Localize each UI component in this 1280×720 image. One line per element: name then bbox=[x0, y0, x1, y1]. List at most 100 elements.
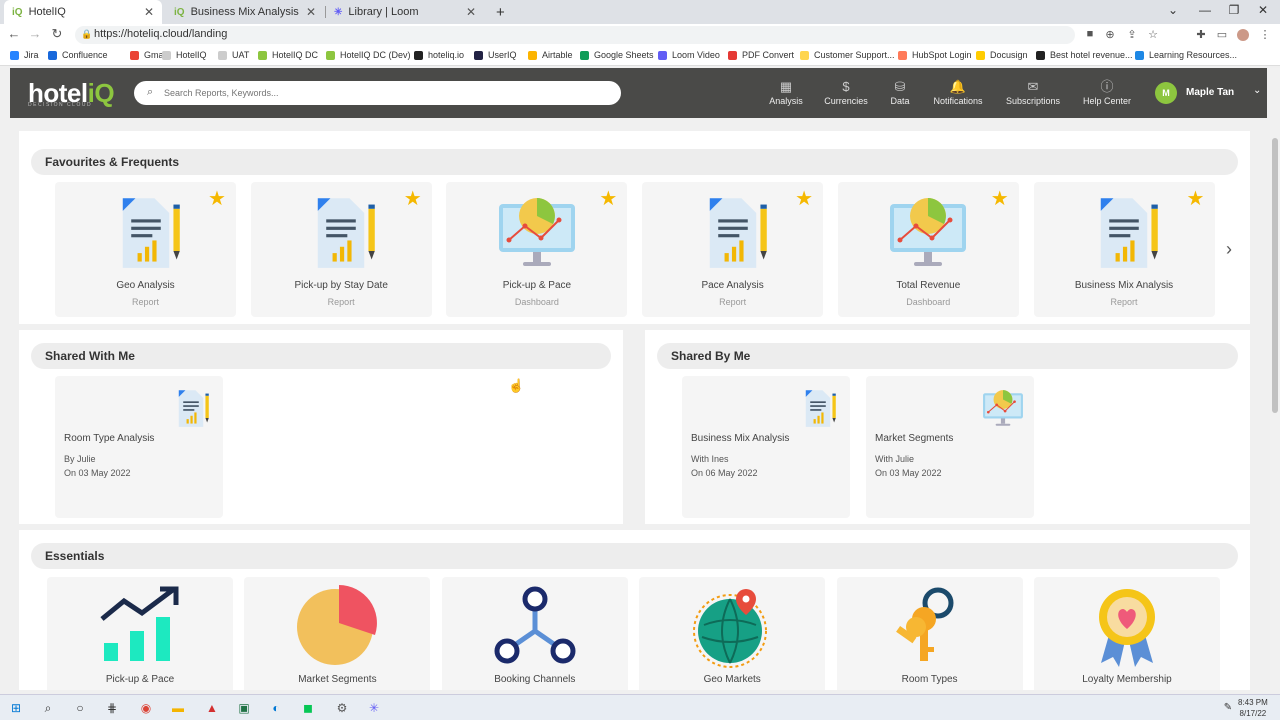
shared-card[interactable]: Business Mix Analysis With Ines On 06 May … bbox=[682, 376, 850, 518]
chrome-icon[interactable]: ◉ bbox=[138, 700, 154, 716]
new-tab-button[interactable]: + bbox=[488, 0, 510, 24]
essential-card[interactable]: Pick-up & Pace bbox=[47, 577, 233, 690]
bookmark-label: Docusign bbox=[990, 50, 1028, 60]
star-icon[interactable]: ★ bbox=[599, 186, 617, 211]
bookmark-item[interactable]: HotelIQ DC (Dev) bbox=[326, 50, 411, 60]
bookmark-item[interactable]: Loom Video bbox=[658, 50, 720, 60]
acrobat-icon[interactable]: ▲ bbox=[204, 700, 220, 716]
tab-search-icon[interactable]: ⌄ bbox=[1163, 3, 1183, 17]
nav-label: Subscriptions bbox=[1005, 96, 1061, 106]
bookmark-item[interactable]: UAT bbox=[218, 50, 249, 60]
tab-hoteliq[interactable]: iQ HotelIQ ✕ bbox=[4, 0, 162, 24]
bookmark-item[interactable]: Airtable bbox=[528, 50, 573, 60]
bookmark-star-icon[interactable]: ☆ bbox=[1146, 28, 1160, 41]
settings-icon[interactable]: ⚙ bbox=[334, 700, 350, 716]
dashboard-icon bbox=[982, 388, 1024, 433]
search-input[interactable] bbox=[164, 84, 604, 102]
profile-avatar-icon[interactable] bbox=[1237, 29, 1249, 41]
search-bar[interactable]: ⌕ bbox=[134, 81, 621, 105]
lock-icon[interactable]: 🔒 bbox=[81, 29, 92, 40]
bookmark-item[interactable]: Google Sheets bbox=[580, 50, 654, 60]
page-scrollbar[interactable] bbox=[1270, 68, 1280, 690]
favourite-card[interactable]: ★ Total Revenue Dashboard bbox=[837, 182, 1019, 317]
line-app-icon[interactable]: ◼ bbox=[300, 700, 316, 716]
sidebar-icon[interactable]: ▭ bbox=[1215, 28, 1229, 41]
star-icon[interactable]: ★ bbox=[795, 186, 813, 211]
bookmark-item[interactable]: Confluence bbox=[48, 50, 108, 60]
bookmark-label: Learning Resources... bbox=[1149, 50, 1238, 60]
bookmark-item[interactable]: UserIQ bbox=[474, 50, 517, 60]
shared-card[interactable]: Room Type Analysis By Julie On 03 May 2022 bbox=[55, 376, 223, 518]
extensions-icon[interactable]: ✚ bbox=[1194, 28, 1208, 41]
essential-card[interactable]: Room Types bbox=[836, 577, 1023, 690]
report-icon bbox=[303, 194, 379, 273]
shared-card[interactable]: Market Segments With Julie On 03 May 2022 bbox=[866, 376, 1034, 518]
bookmark-item[interactable]: hoteliq.io bbox=[414, 50, 464, 60]
bookmark-item[interactable]: HubSpot Login bbox=[898, 50, 972, 60]
favourite-card[interactable]: ★ Pace Analysis Report bbox=[642, 182, 824, 317]
tab-business-mix[interactable]: iQ Business Mix Analysis ✕ bbox=[166, 0, 324, 24]
file-explorer-icon[interactable]: ▬ bbox=[170, 700, 186, 716]
essential-card[interactable]: Market Segments bbox=[244, 577, 431, 690]
nav-subscriptions[interactable]: ✉ Subscriptions bbox=[998, 78, 1068, 106]
star-icon[interactable]: ★ bbox=[208, 186, 226, 211]
chevron-down-icon[interactable]: ⌄ bbox=[1253, 85, 1261, 96]
nav-notifications[interactable]: 🔔 Notifications bbox=[923, 78, 993, 106]
scrollbar-thumb[interactable] bbox=[1272, 138, 1278, 413]
star-icon[interactable]: ★ bbox=[404, 186, 422, 211]
bookmark-item[interactable]: Customer Support... bbox=[800, 50, 895, 60]
search-icon: ⌕ bbox=[147, 86, 154, 98]
user-name[interactable]: Maple Tan bbox=[1186, 87, 1234, 98]
globe-pin-icon bbox=[690, 585, 774, 672]
favourite-title: Business Mix Analysis bbox=[1074, 280, 1174, 291]
star-icon[interactable]: ★ bbox=[991, 186, 1009, 211]
loom-favicon-icon: ✳ bbox=[334, 6, 343, 18]
favourite-title: Pick-up & Pace bbox=[502, 280, 572, 291]
close-icon[interactable]: ✕ bbox=[144, 5, 154, 19]
tab-loom[interactable]: ✳ Library | Loom ✕ bbox=[326, 0, 484, 24]
keys-icon bbox=[888, 585, 972, 672]
favourite-card[interactable]: ★ Pick-up & Pace Dashboard bbox=[446, 182, 628, 317]
forward-icon[interactable]: → bbox=[27, 26, 43, 41]
menu-icon[interactable]: ⋮ bbox=[1258, 28, 1272, 41]
favourite-card[interactable]: ★ Pick-up by Stay Date Report bbox=[250, 182, 432, 317]
bookmark-item[interactable]: Best hotel revenue... bbox=[1036, 50, 1133, 60]
chevron-right-icon[interactable]: › bbox=[1226, 239, 1232, 260]
nav-help-center[interactable]: ⓘ Help Center bbox=[1072, 78, 1142, 106]
bookmark-item[interactable]: Learning Resources... bbox=[1135, 50, 1237, 60]
bookmark-item[interactable]: PDF Convert bbox=[728, 50, 794, 60]
windows-start-icon[interactable]: ⊞ bbox=[8, 700, 24, 716]
bookmark-item[interactable]: HotelIQ bbox=[162, 50, 207, 60]
bookmark-item[interactable]: Jira bbox=[10, 50, 39, 60]
reload-icon[interactable]: ↻ bbox=[49, 26, 65, 42]
share-icon[interactable]: ⇪ bbox=[1125, 28, 1139, 41]
close-icon[interactable]: ✕ bbox=[306, 5, 316, 19]
restore-icon[interactable]: ❐ bbox=[1224, 3, 1244, 17]
bookmark-favicon-icon bbox=[162, 50, 171, 60]
url-text: https://hoteliq.cloud/landing bbox=[94, 28, 228, 40]
favourite-card[interactable]: ★ Business Mix Analysis Report bbox=[1033, 182, 1215, 317]
avatar[interactable]: M bbox=[1155, 82, 1177, 104]
search-icon[interactable]: ⌕ bbox=[40, 700, 56, 716]
widgets-icon[interactable]: ⋕ bbox=[104, 700, 120, 716]
loom-icon[interactable]: ✳ bbox=[366, 700, 382, 716]
back-icon[interactable]: ← bbox=[6, 26, 22, 41]
excel-icon[interactable]: ▣ bbox=[236, 700, 252, 716]
favourite-card[interactable]: ★ Geo Analysis Report bbox=[55, 182, 236, 317]
shared-by: With Ines bbox=[691, 454, 729, 464]
pen-icon[interactable]: ✎ bbox=[1220, 700, 1236, 716]
essential-card[interactable]: Loyalty Membership bbox=[1034, 577, 1220, 690]
window-close-icon[interactable]: ✕ bbox=[1253, 3, 1273, 17]
camera-icon[interactable]: ■ bbox=[1083, 28, 1097, 40]
bookmark-item[interactable]: Docusign bbox=[976, 50, 1028, 60]
star-icon[interactable]: ★ bbox=[1187, 186, 1205, 211]
clock[interactable]: 8:43 PM 8/17/22 bbox=[1238, 697, 1268, 719]
essential-card[interactable]: Booking Channels bbox=[441, 577, 628, 690]
close-icon[interactable]: ✕ bbox=[466, 5, 476, 19]
bookmark-item[interactable]: HotelIQ DC bbox=[258, 50, 318, 60]
zoom-icon[interactable]: ⊕ bbox=[1103, 28, 1117, 41]
minimize-icon[interactable]: — bbox=[1195, 3, 1215, 17]
essential-card[interactable]: Geo Markets bbox=[639, 577, 826, 690]
edge-icon[interactable]: ◐ bbox=[268, 700, 284, 716]
task-view-icon[interactable]: ○ bbox=[72, 700, 88, 716]
